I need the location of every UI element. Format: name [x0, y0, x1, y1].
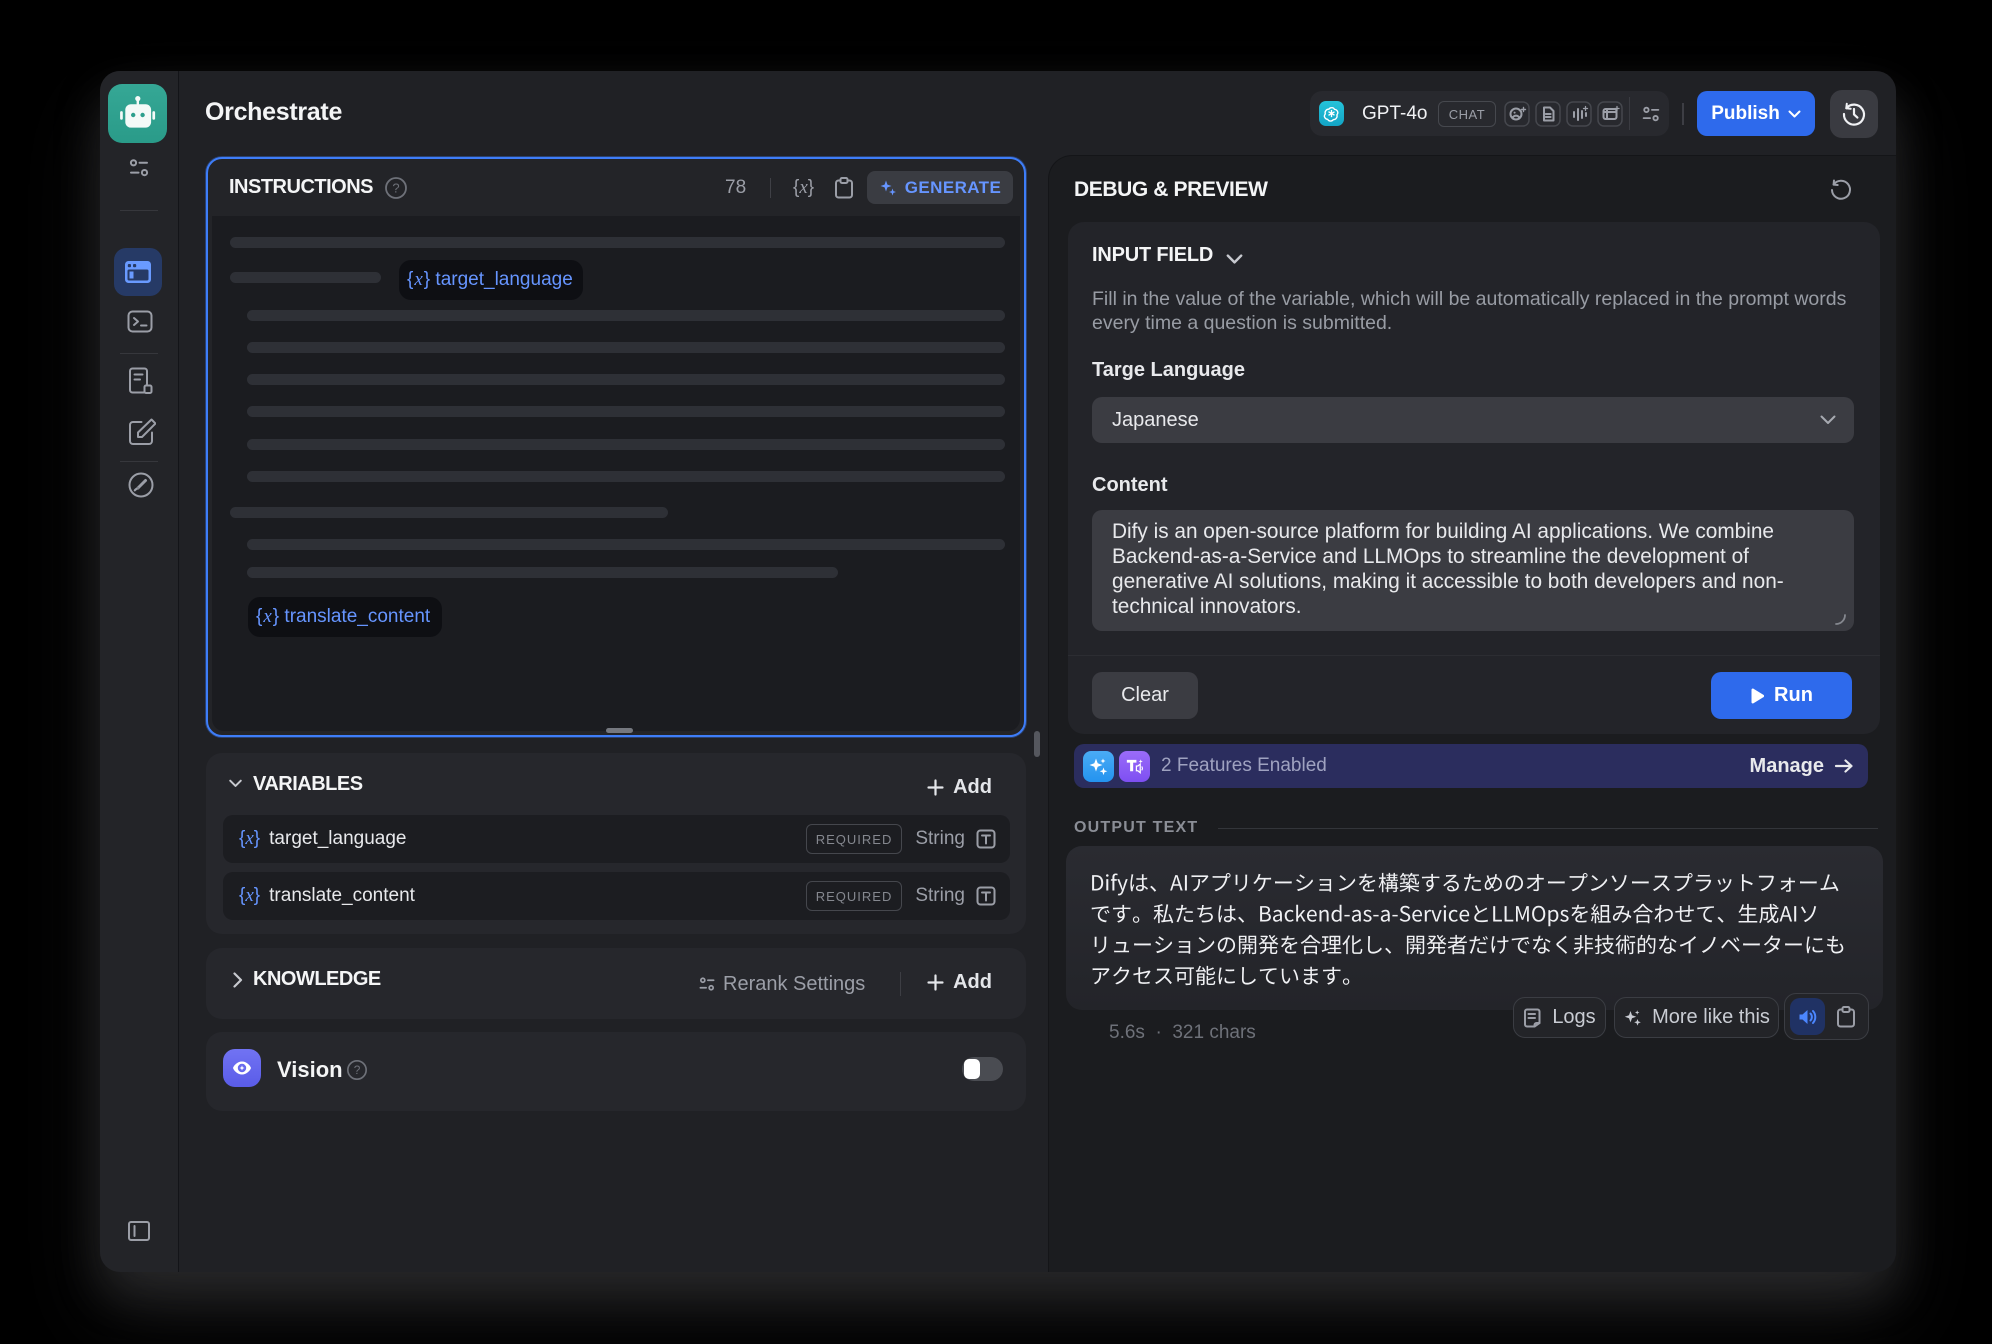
svg-text:?: ?	[392, 181, 399, 196]
svg-text:?: ?	[354, 1063, 361, 1077]
